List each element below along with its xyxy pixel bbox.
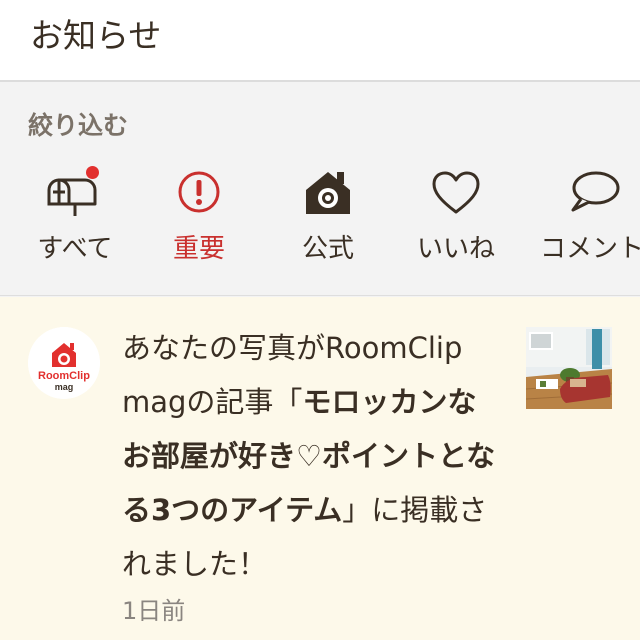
tab-all[interactable]: すべて [10,166,140,268]
photo-thumbnail[interactable] [526,327,612,409]
tab-official-label: 公式 [301,234,354,264]
filter-label: 絞り込む [28,111,129,140]
tab-important-label: 重要 [172,234,225,264]
app-header: お知らせ [0,0,640,82]
house-camera-icon [298,168,358,218]
tab-important[interactable]: 重要 [134,168,264,268]
notification-item[interactable]: RoomClip mag あなたの写真がRoomClip magの記事「モロッカ… [0,297,640,640]
tab-comments[interactable]: コメント [530,168,640,268]
tab-official[interactable]: 公式 [263,168,393,268]
sender-avatar[interactable]: RoomClip mag [28,327,100,399]
roomclip-mag-logo: RoomClip mag [28,327,100,399]
exclamation-circle-icon [169,168,229,218]
tab-all-label: すべて [37,234,113,264]
tab-comments-label: コメント [540,234,640,264]
tab-likes[interactable]: いいね [391,168,521,268]
tab-likes-label: いいね [416,234,495,264]
heart-outline-icon [426,168,486,218]
notification-message: あなたの写真がRoomClip magの記事「モロッカンなお部屋が好き♡ポイント… [122,321,500,591]
unread-badge [86,166,99,179]
filter-section: 絞り込む すべて 重要 公式 いいね コメント [0,82,640,296]
mailbox-icon [45,166,105,218]
svg-text:mag: mag [55,382,74,392]
room-photo-image [526,327,612,409]
svg-text:RoomClip: RoomClip [38,370,90,382]
page-title: お知らせ [30,16,162,55]
notification-time: 1日前 [122,597,186,625]
speech-bubble-icon [565,168,625,218]
